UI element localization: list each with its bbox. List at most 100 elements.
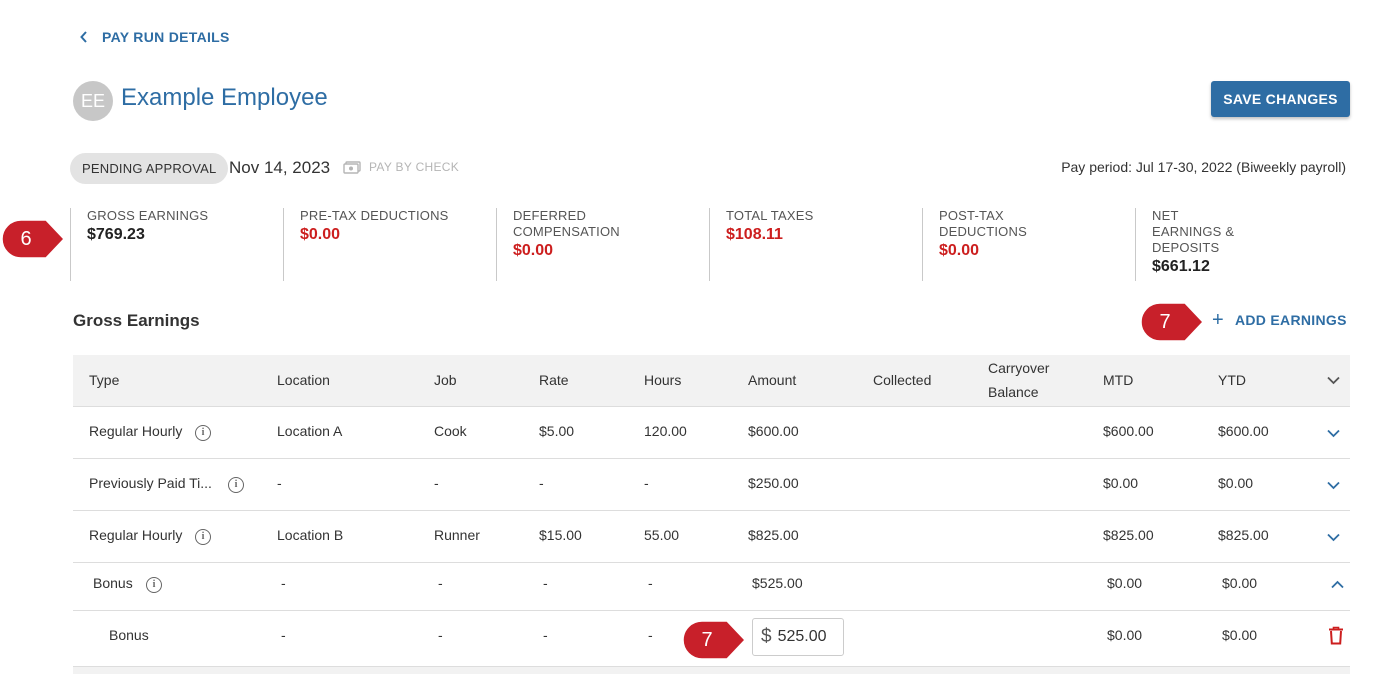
cell-rate: - <box>539 475 544 491</box>
summary-value: $0.00 <box>300 226 341 243</box>
cell-amount: $825.00 <box>748 527 799 543</box>
callout-number: 6 <box>20 227 32 250</box>
cell-hours: - <box>644 475 649 491</box>
column-header-balance: Balance <box>988 384 1039 400</box>
cell-location: Location A <box>277 423 343 439</box>
chevron-down-icon[interactable] <box>1327 481 1340 490</box>
table-header: Type Location Job Rate Hours Amount Coll… <box>73 355 1350 407</box>
info-icon[interactable]: i <box>228 477 244 493</box>
pay-period: Pay period: Jul 17-30, 2022 (Biweekly pa… <box>1061 159 1346 175</box>
cell-hours: - <box>648 575 653 591</box>
info-icon[interactable]: i <box>195 529 211 545</box>
chevron-down-icon[interactable] <box>1327 533 1340 542</box>
summary-gross-earnings: GROSS EARNINGS $769.23 <box>70 208 283 281</box>
cell-type: Bonus <box>109 627 149 643</box>
cell-mtd: $600.00 <box>1103 423 1154 439</box>
add-earnings-button[interactable]: + ADD EARNINGS <box>1212 309 1347 331</box>
summary-post-tax-deductions: POST-TAX DEDUCTIONS $0.00 <box>922 208 1135 281</box>
column-header-carryover: Carryover <box>988 360 1050 376</box>
pay-method-label: PAY BY CHECK <box>369 160 460 174</box>
chevron-down-icon[interactable] <box>1327 429 1340 438</box>
table-row-expanded: Bonus i - - - - $525.00 $0.00 $0.00 <box>73 563 1350 611</box>
table-row: Previously Paid Ti... i - - - - $250.00 … <box>73 459 1350 511</box>
summary-value: $108.11 <box>726 226 783 243</box>
cell-amount: $525.00 <box>752 575 803 591</box>
summary-pre-tax-deductions: PRE-TAX DEDUCTIONS $0.00 <box>283 208 496 281</box>
pay-method: PAY BY CHECK <box>343 160 459 174</box>
cell-ytd: $825.00 <box>1218 527 1269 543</box>
callout-marker-7: 7 <box>681 619 747 661</box>
amount-field[interactable]: $ <box>752 618 844 656</box>
cell-rate: $15.00 <box>539 527 582 543</box>
column-header-hours: Hours <box>644 372 682 388</box>
cell-amount: $250.00 <box>748 475 799 491</box>
chevron-up-icon[interactable] <box>1331 580 1344 589</box>
cell-type: Previously Paid Ti... <box>89 475 212 491</box>
summary-value: $661.12 <box>1152 258 1210 275</box>
cell-job: Cook <box>434 423 467 439</box>
summary-value: $0.00 <box>513 242 554 259</box>
amount-input[interactable] <box>777 628 834 646</box>
summary-value: $0.00 <box>939 242 980 259</box>
cell-hours: 55.00 <box>644 527 680 543</box>
cell-type: Bonus <box>93 575 133 591</box>
check-icon <box>343 160 361 174</box>
cell-rate: $5.00 <box>539 423 575 439</box>
summary-label: NET EARNINGS & DEPOSITS <box>1152 208 1235 255</box>
summary-label: TOTAL TAXES <box>726 208 814 223</box>
cell-mtd: $0.00 <box>1103 475 1139 491</box>
table-row: Regular Hourly i Location B Runner $15.0… <box>73 511 1350 563</box>
cell-location: - <box>281 627 286 643</box>
cell-job: - <box>438 627 443 643</box>
table-footer-band <box>73 667 1350 674</box>
column-header-amount: Amount <box>748 372 797 388</box>
add-earnings-label: ADD EARNINGS <box>1234 312 1347 328</box>
cell-location: - <box>277 475 282 491</box>
cell-rate: - <box>543 575 548 591</box>
info-icon[interactable]: i <box>146 577 162 593</box>
summary-label: DEFERRED COMPENSATION <box>513 208 620 239</box>
back-link[interactable]: PAY RUN DETAILS <box>80 29 230 45</box>
cell-job: Runner <box>434 527 480 543</box>
cell-ytd: $0.00 <box>1222 627 1258 643</box>
chevron-down-icon[interactable] <box>1327 376 1340 385</box>
cell-hours: 120.00 <box>644 423 687 439</box>
column-header-location: Location <box>277 372 330 388</box>
status-badge: PENDING APPROVAL <box>70 153 229 184</box>
cell-type: Regular Hourly <box>89 527 183 543</box>
cell-ytd: $0.00 <box>1222 575 1258 591</box>
plus-icon: + <box>1212 309 1224 331</box>
back-link-label: PAY RUN DETAILS <box>102 29 230 45</box>
summary-label: GROSS EARNINGS <box>87 208 209 223</box>
table-row: Regular Hourly i Location A Cook $5.00 1… <box>73 407 1350 459</box>
cell-type: Regular Hourly <box>89 423 183 439</box>
cell-job: - <box>438 575 443 591</box>
summary-total-taxes: TOTAL TAXES $108.11 <box>709 208 922 281</box>
employee-name: Example Employee <box>121 84 328 111</box>
callout-marker-7: 7 <box>1139 301 1205 343</box>
section-title: Gross Earnings <box>73 311 200 330</box>
cell-amount: $600.00 <box>748 423 799 439</box>
summary-value: $769.23 <box>87 226 145 243</box>
cell-hours: - <box>648 627 653 643</box>
cell-ytd: $0.00 <box>1218 475 1254 491</box>
chevron-left-icon <box>80 31 87 43</box>
cell-job: - <box>434 475 439 491</box>
avatar: EE <box>73 81 113 121</box>
callout-number: 7 <box>1159 310 1171 333</box>
info-icon[interactable]: i <box>195 425 211 441</box>
cell-mtd: $825.00 <box>1103 527 1154 543</box>
callout-marker-6: 6 <box>0 218 66 260</box>
cell-location: - <box>281 575 286 591</box>
summary-deferred-compensation: DEFERRED COMPENSATION $0.00 <box>496 208 709 281</box>
trash-icon[interactable] <box>1328 626 1344 645</box>
cell-location: Location B <box>277 527 344 543</box>
cell-rate: - <box>543 627 548 643</box>
column-header-type: Type <box>89 372 120 388</box>
cell-mtd: $0.00 <box>1107 627 1143 643</box>
save-changes-button[interactable]: SAVE CHANGES <box>1211 81 1350 117</box>
column-header-collected: Collected <box>873 372 932 388</box>
column-header-mtd: MTD <box>1103 372 1134 388</box>
callout-number: 7 <box>701 628 713 651</box>
column-header-rate: Rate <box>539 372 569 388</box>
